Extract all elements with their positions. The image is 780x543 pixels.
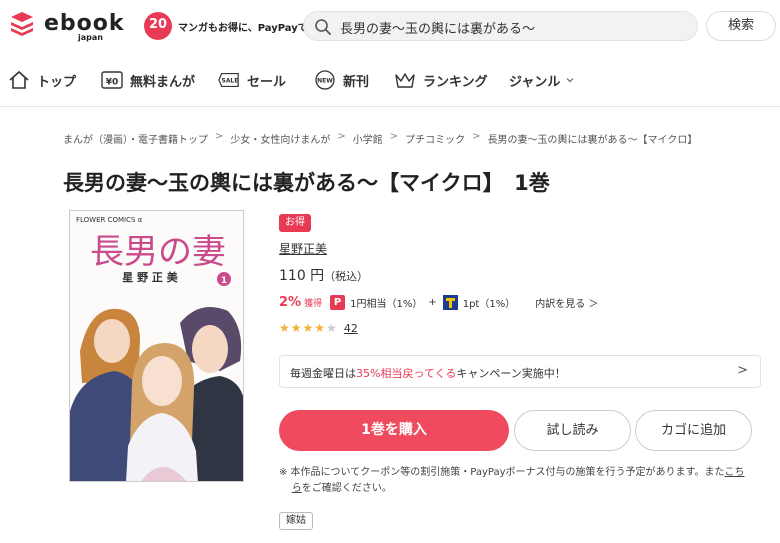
search-icon — [315, 19, 331, 35]
tagline: マンガもお得に、PayPayで — [178, 23, 308, 34]
genre-tag[interactable]: 嫁姑 — [279, 512, 313, 530]
site-header: ebook japan 20 マンガもお得に、PayPayで 長男の妻〜玉の輿に… — [0, 0, 780, 52]
breadcrumb-item[interactable]: 少女・女性向けまんが — [230, 131, 330, 146]
nav-new[interactable]: NEW 新刊 — [314, 69, 369, 91]
star-icon: ★ — [302, 321, 314, 335]
svg-text:¥0: ¥0 — [106, 78, 119, 88]
breadcrumb: まんが（漫画）・電子書籍トップ > 少女・女性向けまんが > 小学館 > プチコ… — [63, 131, 697, 146]
svg-text:SALE: SALE — [222, 78, 239, 85]
page-title: 長男の妻〜玉の輿には裏がある〜【マイクロ】 1巻 — [63, 171, 550, 195]
nav-sale[interactable]: SALE セール — [218, 69, 286, 91]
nav-label: トップ — [37, 74, 77, 90]
notice-text: ※ 本作品についてクーポン等の割引施策・PayPayボーナス付与の施策を行う予定… — [279, 465, 780, 497]
chevron-down-icon — [566, 78, 574, 83]
price-value: 110 円 — [279, 268, 325, 284]
star-icon: ★ — [279, 321, 290, 335]
breadcrumb-item-current[interactable]: 長男の妻〜玉の輿には裏がある〜【マイクロ】 — [488, 131, 698, 146]
nav-free[interactable]: ¥0 無料まんが — [101, 69, 195, 91]
free-yen-icon: ¥0 — [101, 71, 123, 89]
nav-label: ランキング — [423, 74, 488, 90]
breadcrumb-separator: > — [472, 131, 481, 142]
notice-link[interactable]: こち — [725, 467, 745, 478]
nav-top[interactable]: トップ — [8, 69, 76, 91]
cover-title: 長男の妻 — [90, 232, 226, 272]
star-icon: ★ — [290, 321, 302, 335]
price: 110 円（税込） — [279, 265, 368, 285]
search-input[interactable]: 長男の妻〜玉の輿には裏がある〜 — [303, 11, 698, 41]
tpoint-points: 1pt（1%） — [462, 298, 516, 310]
breadcrumb-item[interactable]: プチコミック — [405, 131, 465, 146]
search-value: 長男の妻〜玉の輿には裏がある〜 — [340, 22, 536, 37]
cover-volume: 1 — [221, 276, 227, 286]
home-icon — [9, 70, 29, 89]
notice-body-2: をご確認ください。 — [301, 483, 392, 494]
deal-badge: お得 — [279, 214, 311, 232]
nav-ranking[interactable]: ランキング — [394, 69, 488, 91]
star-empty-icon: ★ — [326, 321, 337, 335]
nav-label: セール — [247, 74, 287, 90]
campaign-text: 毎週金曜日は35%相当戻ってくるキャンペーン実施中！ — [290, 365, 566, 381]
nav-label: 無料まんが — [130, 74, 196, 90]
add-to-cart-button[interactable]: カゴに追加 — [635, 410, 752, 451]
cover-imprint: FLOWER COMICS α — [76, 216, 143, 224]
new-badge-icon: NEW — [315, 70, 335, 90]
tpoint-icon — [442, 294, 458, 310]
review-count[interactable]: 42 — [344, 322, 358, 335]
cover-author: 星 野 正 美 — [122, 270, 178, 284]
points-breakdown-link[interactable]: 内訳を見る ＞ — [535, 295, 598, 310]
points-plus: + — [428, 296, 437, 308]
campaign-highlight: 35%相当戻ってくる — [356, 367, 457, 380]
site-logo[interactable]: ebook japan 20 — [8, 9, 176, 43]
notice-link-continued[interactable]: ら — [292, 483, 302, 494]
buy-button[interactable]: 1巻を購入 — [279, 410, 509, 451]
notice-body: ※ 本作品についてクーポン等の割引施策・PayPayボーナス付与の施策を行う予定… — [279, 467, 725, 478]
breadcrumb-separator: > — [337, 131, 346, 142]
campaign-text-after: キャンペーン実施中！ — [456, 367, 566, 380]
sample-read-button[interactable]: 試し読み — [514, 410, 631, 451]
breadcrumb-item[interactable]: 小学館 — [353, 131, 383, 146]
breadcrumb-separator: > — [389, 131, 399, 142]
cover-illustration: FLOWER COMICS α 長男の妻 星 野 正 美 1 — [70, 211, 243, 481]
anniversary-badge: 20 — [144, 12, 172, 40]
sale-tag-icon: SALE — [218, 72, 239, 88]
price-tax-label: （税込） — [324, 270, 369, 283]
nav-label: 新刊 — [343, 74, 370, 90]
paypay-points: 1円相当（1%） — [350, 298, 423, 310]
breadcrumb-item[interactable]: まんが（漫画）・電子書籍トップ — [63, 131, 208, 146]
logo-subtext: japan — [78, 33, 103, 42]
star-half-icon: ★ — [314, 321, 326, 335]
svg-text:NEW: NEW — [317, 78, 333, 85]
book-stack-icon — [11, 12, 33, 36]
campaign-text-before: 毎週金曜日は — [290, 367, 356, 380]
search-button[interactable]: 検索 — [706, 11, 776, 41]
main-nav: トップ ¥0 無料まんが SALE セール NEW 新刊 ランキング ジャンル — [0, 53, 780, 107]
cover-image[interactable]: FLOWER COMICS α 長男の妻 星 野 正 美 1 — [69, 210, 244, 482]
points-percent-label: 獲得 — [304, 298, 323, 309]
author-link[interactable]: 星野正美 — [279, 240, 327, 257]
paypay-icon: P — [330, 294, 346, 310]
nav-genre[interactable]: ジャンル — [509, 69, 575, 91]
nav-label: ジャンル — [509, 74, 561, 90]
points-percent: 2% — [279, 294, 302, 310]
chevron-right-icon: > — [737, 363, 748, 378]
crown-icon — [395, 73, 415, 88]
points-row: 2% 獲得 P 1円相当（1%） + 1pt（1%） 内訳を見る ＞ — [279, 294, 598, 310]
rating[interactable]: ★ ★ ★ ★ ★ 42 — [279, 321, 358, 335]
breadcrumb-separator: > — [215, 131, 224, 142]
campaign-banner[interactable]: 毎週金曜日は35%相当戻ってくるキャンペーン実施中！ > — [279, 355, 761, 388]
